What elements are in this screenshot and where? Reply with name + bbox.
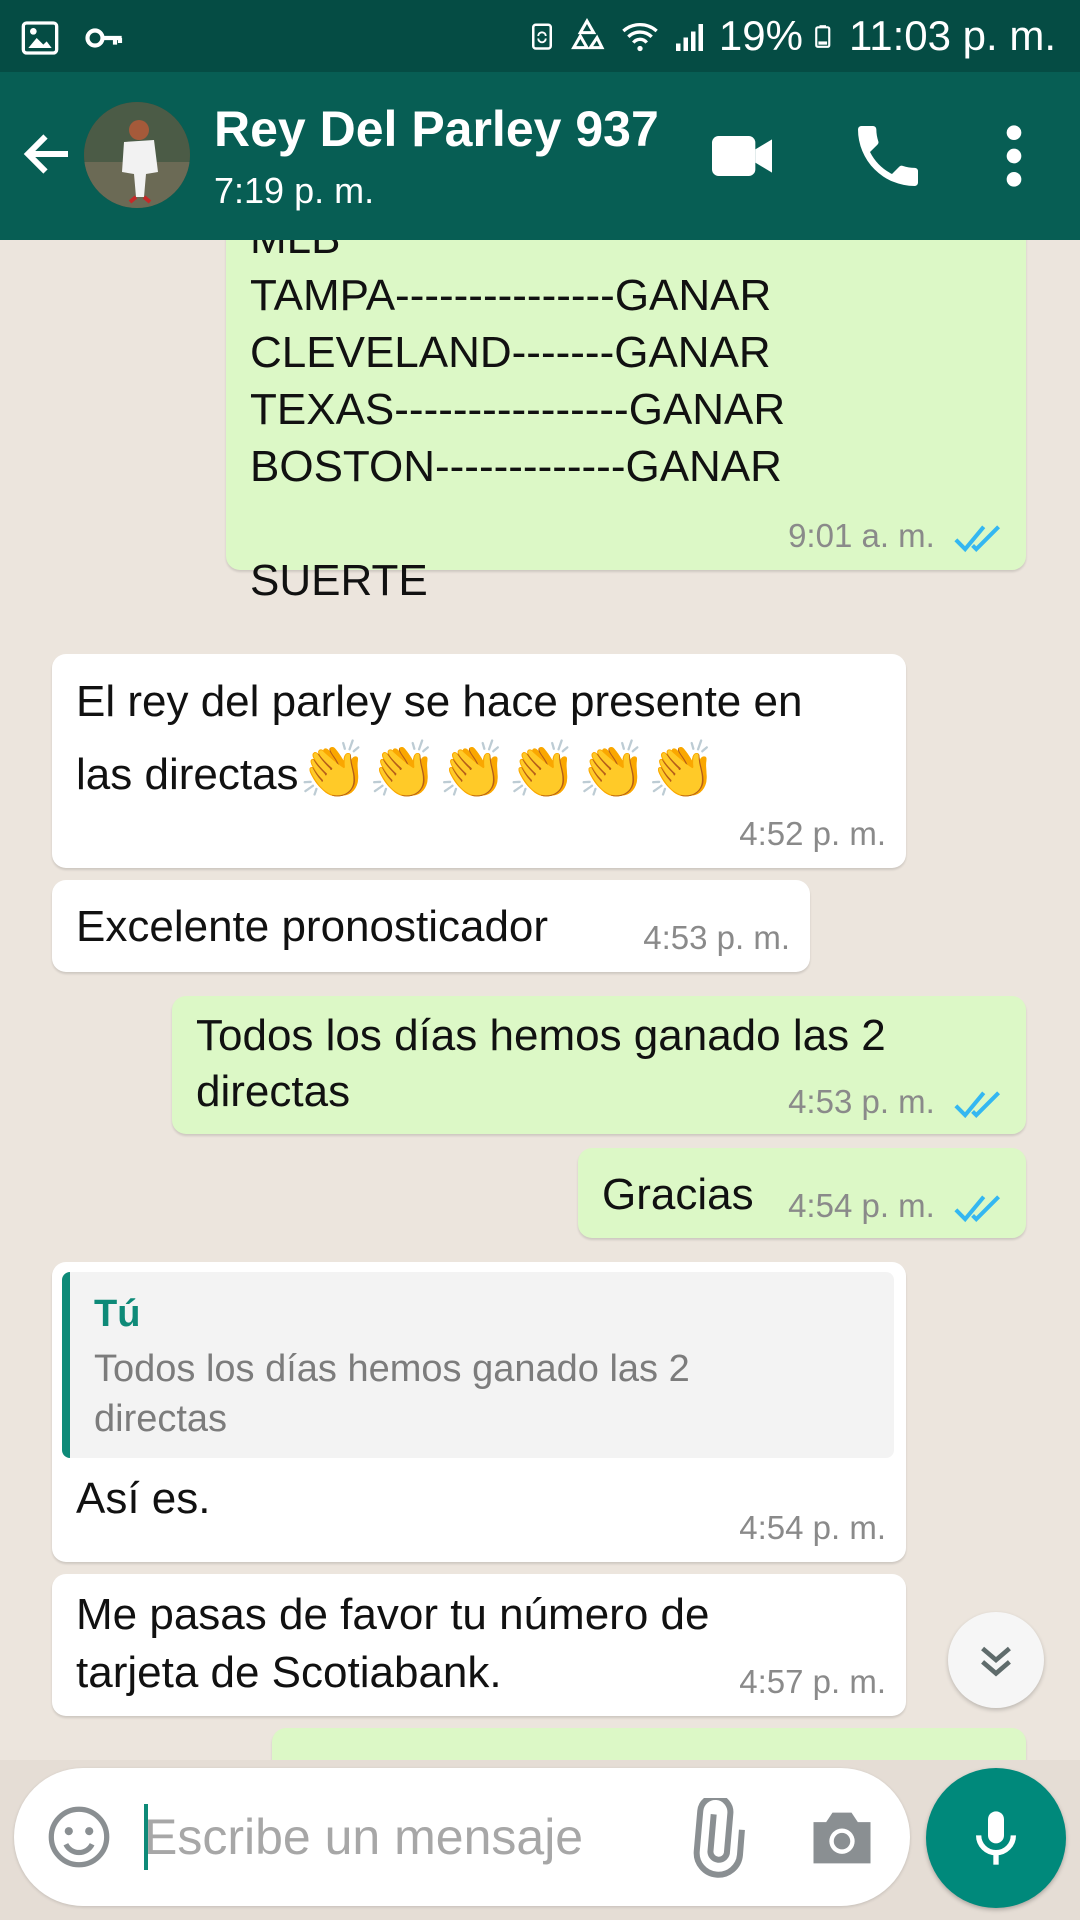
quote-text: Todos los días hemos ganado las 2 direct…: [94, 1348, 690, 1440]
contact-name[interactable]: Rey Del Parley 937: [214, 100, 659, 158]
message-incoming-reply[interactable]: Tú Todos los días hemos ganado las 2 dir…: [52, 1262, 906, 1562]
voice-message-button[interactable]: [926, 1768, 1066, 1908]
message-line: tarjeta de Scotiabank.: [76, 1648, 502, 1697]
message-line: SUERTE: [250, 556, 428, 605]
message-line: TAMPA---------------GANAR: [250, 271, 772, 320]
last-seen: 7:19 p. m.: [214, 170, 375, 211]
back-arrow-icon[interactable]: [18, 124, 78, 184]
message-text: Excelente pronosticador: [76, 902, 549, 951]
mic-icon: [976, 1811, 1016, 1865]
message-incoming[interactable]: Excelente pronosticador 4:53 p. m.: [52, 880, 810, 972]
signal-icon: [675, 24, 703, 51]
key-icon: [85, 28, 123, 48]
scroll-to-bottom-button[interactable]: [948, 1612, 1044, 1708]
message-time: 9:01 a. m.: [788, 515, 1006, 558]
double-check-icon: [954, 1195, 1001, 1223]
message-incoming[interactable]: El rey del parley se hace presente en la…: [52, 654, 906, 868]
message-time: 4:54 p. m.: [739, 1509, 886, 1547]
message-composer: [14, 1768, 910, 1906]
text-cursor: [144, 1804, 148, 1870]
message-outgoing[interactable]: Todos los días hemos ganado las 2 direct…: [172, 996, 1026, 1134]
message-time: 4:52 p. m.: [739, 815, 886, 853]
gallery-icon: [21, 21, 59, 55]
status-bar: 19% 11:03 p. m.: [0, 0, 1080, 72]
message-text: Así es.: [76, 1474, 211, 1523]
recycle-icon: [571, 17, 605, 50]
message-list[interactable]: MLB TAMPA---------------GANAR CLEVELAND-…: [0, 240, 1080, 1760]
attach-icon[interactable]: [674, 1798, 754, 1878]
message-time: 4:53 p. m.: [643, 919, 790, 957]
battery-icon: [815, 25, 831, 48]
message-line: Todos los días hemos ganado las 2: [196, 1011, 886, 1060]
message-time: 4:54 p. m.: [788, 1185, 1006, 1228]
message-line: [250, 495, 785, 552]
emoji-icon[interactable]: [44, 1802, 114, 1872]
double-check-icon: [954, 1091, 1001, 1119]
more-vert-icon[interactable]: [974, 116, 1054, 196]
message-line: CLEVELAND-------GANAR: [250, 328, 771, 377]
double-check-icon: [954, 525, 1001, 553]
avatar[interactable]: [84, 102, 190, 208]
clapping-emoji: 👏👏👏👏👏👏: [298, 738, 717, 801]
video-call-icon[interactable]: [702, 116, 782, 196]
wifi-icon: [622, 23, 658, 52]
message-incoming[interactable]: Me pasas de favor tu número de tarjeta d…: [52, 1574, 906, 1716]
message-outgoing[interactable]: MLB TAMPA---------------GANAR CLEVELAND-…: [226, 240, 1026, 605]
message-line: El rey del parley se hace presente en: [76, 677, 803, 726]
message-line: Me pasas de favor tu número de: [76, 1590, 710, 1639]
sync-icon: [531, 23, 552, 50]
message-outgoing-partial[interactable]: [272, 1728, 1026, 1760]
message-line: MLB: [250, 240, 785, 267]
message-time: 4:57 p. m.: [739, 1663, 886, 1701]
chat-header: Rey Del Parley 937 7:19 p. m.: [0, 72, 1080, 240]
message-time: 4:53 p. m.: [788, 1081, 1006, 1124]
message-line: TEXAS----------------GANAR: [250, 385, 786, 434]
clock: 11:03 p. m.: [848, 12, 1056, 59]
quoted-message[interactable]: Tú Todos los días hemos ganado las 2 dir…: [62, 1272, 894, 1458]
camera-icon[interactable]: [804, 1800, 880, 1876]
message-text: Gracias: [602, 1170, 754, 1219]
message-line: BOSTON-------------GANAR: [250, 442, 782, 491]
chevron-double-down-icon: [981, 1646, 1011, 1677]
message-outgoing[interactable]: Gracias 4:54 p. m.: [578, 1148, 1026, 1238]
quote-author: Tú: [94, 1293, 141, 1335]
message-line: directas: [196, 1067, 351, 1116]
battery-percent: 19%: [718, 12, 803, 59]
phone-icon[interactable]: [848, 116, 928, 196]
message-input[interactable]: [144, 1792, 644, 1882]
message-line: las directas: [76, 750, 299, 799]
